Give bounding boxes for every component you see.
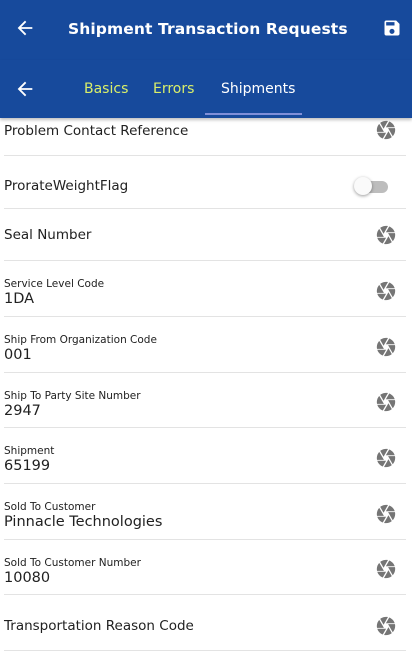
field-label: Ship To Party Site Number (4, 390, 141, 402)
arrow-left-icon[interactable] (14, 17, 36, 39)
field-label: Problem Contact Reference (4, 123, 189, 139)
field-row-service-level-code[interactable]: Service Level Code 1DA (4, 261, 406, 317)
arrow-left-icon[interactable] (14, 78, 36, 100)
save-icon[interactable] (382, 18, 402, 38)
field-row-sold-to-customer-number[interactable]: Sold To Customer Number 10080 (4, 540, 406, 595)
field-label: Seal Number (4, 227, 92, 243)
field-row-ship-to-party-site-number[interactable]: Ship To Party Site Number 2947 (4, 373, 406, 428)
field-label: Sold To Customer (4, 501, 96, 513)
active-tab-indicator (205, 113, 302, 115)
tab-bar: Basics Errors Shipments (0, 60, 412, 118)
aperture-icon[interactable] (375, 558, 397, 580)
field-row-ship-from-organization-code[interactable]: Ship From Organization Code 001 (4, 317, 406, 373)
field-value: 10080 (4, 570, 51, 586)
aperture-icon[interactable] (375, 503, 397, 525)
field-row-prorate-weight-flag[interactable]: ProrateWeightFlag (4, 156, 406, 209)
field-label: Sold To Customer Number (4, 557, 141, 569)
aperture-icon[interactable] (375, 119, 397, 141)
prorate-weight-toggle[interactable] (354, 177, 388, 195)
aperture-icon[interactable] (375, 391, 397, 413)
field-list: Problem Contact Reference ProrateWeightF… (0, 118, 412, 651)
field-value: Pinnacle Technologies (4, 514, 163, 530)
field-row-problem-contact-reference[interactable]: Problem Contact Reference (4, 118, 406, 156)
app-bar: Shipment Transaction Requests (0, 0, 412, 60)
field-value: 001 (4, 347, 32, 363)
tab-shipments[interactable]: Shipments (221, 81, 295, 97)
field-label: Transportation Reason Code (4, 618, 194, 634)
field-value: 2947 (4, 403, 41, 419)
page-title: Shipment Transaction Requests (68, 20, 348, 38)
aperture-icon[interactable] (375, 224, 397, 246)
field-label: Ship From Organization Code (4, 334, 157, 346)
field-value: 65199 (4, 458, 51, 474)
field-label: Service Level Code (4, 278, 105, 290)
field-row-transportation-reason-code[interactable]: Transportation Reason Code (4, 595, 406, 651)
field-label: Shipment (4, 445, 55, 457)
field-row-shipment[interactable]: Shipment 65199 (4, 428, 406, 484)
field-row-sold-to-customer[interactable]: Sold To Customer Pinnacle Technologies (4, 484, 406, 540)
aperture-icon[interactable] (375, 447, 397, 469)
tab-basics[interactable]: Basics (84, 81, 128, 97)
field-row-seal-number[interactable]: Seal Number (4, 209, 406, 261)
aperture-icon[interactable] (375, 336, 397, 358)
toggle-knob (354, 177, 372, 195)
tab-errors[interactable]: Errors (153, 81, 194, 97)
aperture-icon[interactable] (375, 280, 397, 302)
aperture-icon[interactable] (375, 615, 397, 637)
field-label: ProrateWeightFlag (4, 178, 129, 194)
field-value: 1DA (4, 291, 35, 307)
